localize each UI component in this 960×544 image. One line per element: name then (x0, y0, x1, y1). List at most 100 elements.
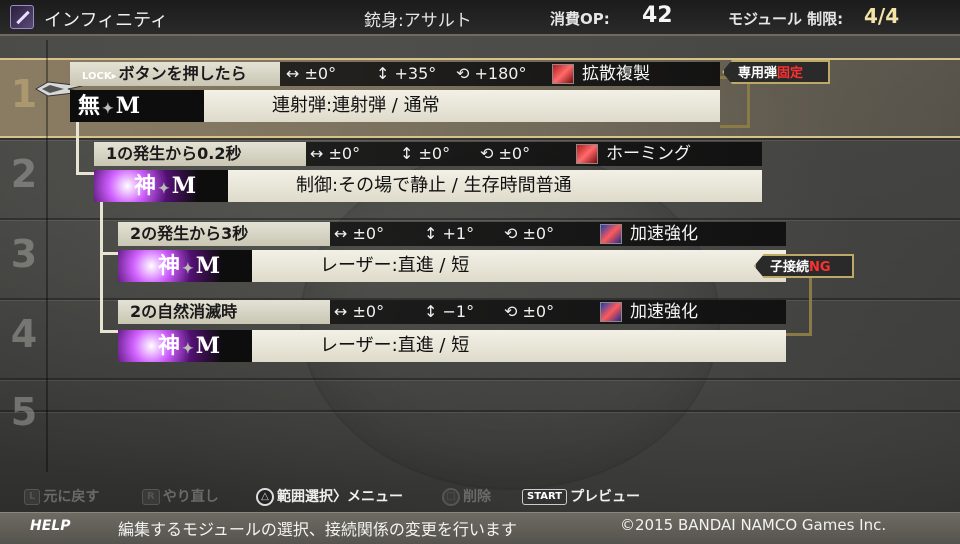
op-cost-value: 42 (642, 3, 673, 28)
vertical-angle: ↕ +35° (376, 64, 437, 83)
tree-connector (76, 172, 94, 175)
child-connect-ng-tag: 子接続NG (754, 254, 854, 278)
preview-button[interactable]: START プレビュー (522, 486, 640, 506)
module-params: ↔ ±0° ↕ −1° ⟲ ±0° 加速強化 (330, 300, 786, 324)
tree-connector (100, 202, 103, 332)
module-condition[interactable]: 1の発生から0.2秒 (94, 142, 306, 166)
slot-number-3[interactable]: 3 (6, 232, 42, 276)
module-name: 拡散複製 (582, 64, 650, 84)
bullet-grade-badge: 無 ✦M (70, 90, 204, 122)
bullet-name: インフィニティ (44, 10, 169, 31)
tree-connector (100, 330, 118, 333)
bullet-description: 制御:その場で静止 / 生存時間普通 (296, 175, 572, 196)
attribute-kanji: 神 (158, 253, 181, 279)
undo-label: 元に戻す (43, 489, 100, 505)
edit-pen-icon (10, 5, 34, 29)
undo-button[interactable]: L 元に戻す (24, 486, 99, 506)
slot-number-5[interactable]: 5 (6, 390, 42, 434)
start-button-icon: START (522, 489, 568, 505)
range-select-button[interactable]: △ 範囲選択〉メニュー (256, 486, 403, 506)
preview-label: プレビュー (570, 489, 641, 505)
rotation-angle: ⟲ ±0° (504, 302, 555, 321)
op-cost-label: 消費OP: (550, 10, 610, 28)
horizontal-angle: ↔ ±0° (334, 302, 385, 321)
module-params: ↔ ±0° ↕ +1° ⟲ ±0° 加速強化 (330, 222, 786, 246)
bullet-description: レーザー:直進 / 短 (320, 255, 470, 276)
bullet-row[interactable]: 神 ✦M 制御:その場で静止 / 生存時間普通 (94, 170, 762, 202)
rotation-angle: ⟲ +180° (456, 64, 527, 83)
diamond-icon: ✦ (182, 261, 194, 277)
vertical-angle: ↕ +1° (424, 224, 475, 243)
tag-bracket (786, 270, 812, 336)
module-limit-label: モジュール 制限: (728, 10, 844, 28)
slot-divider (0, 138, 960, 140)
rotation-angle: ⟲ ±0° (504, 224, 555, 243)
bullet-grade-badge: 神 ✦M (118, 250, 252, 282)
help-label: HELP (30, 518, 71, 534)
square-button-icon: □ (442, 488, 460, 506)
bullet-grade-badge: 神 ✦M (94, 170, 228, 202)
barrel-type: 銃身:アサルト (364, 11, 472, 31)
triangle-button-icon: △ (256, 488, 274, 506)
r-button-icon: R (142, 489, 160, 505)
diamond-icon: ✦ (182, 341, 194, 357)
tag-label: 専用弾 (738, 66, 778, 81)
lock-icon: LOCK▸ (82, 71, 117, 82)
bullet-grade-badge: 神 ✦M (118, 330, 252, 362)
condition-text: 1の発生から0.2秒 (106, 144, 242, 163)
range-select-label: 範囲選択 (277, 489, 333, 505)
spread-duplicate-icon (552, 64, 574, 84)
redo-label: やり直し (162, 489, 219, 505)
redo-button[interactable]: R やり直し (142, 486, 219, 506)
help-text: 編集するモジュールの選択、接続関係の変更を行います (118, 520, 517, 539)
acceleration-icon (600, 302, 622, 322)
module-condition[interactable]: LOCK▸ ボタンを押したら (70, 62, 280, 86)
tree-connector (100, 252, 118, 255)
horizontal-angle: ↔ ±0° (310, 144, 361, 163)
delete-label: 削除 (463, 489, 491, 505)
module-name: 加速強化 (630, 302, 698, 322)
module-condition[interactable]: 2の発生から3秒 (118, 222, 330, 246)
bullet-row[interactable]: 神 ✦M レーザー:直進 / 短 (118, 250, 786, 282)
exclusive-fixed-tag: 専用弾固定 (722, 60, 830, 84)
condition-text: 2の自然消滅時 (130, 302, 238, 321)
slot-divider (0, 378, 960, 380)
horizontal-angle: ↔ ±0° (334, 224, 385, 243)
delete-button[interactable]: □ 削除 (442, 486, 491, 506)
slot-divider (0, 218, 960, 220)
attribute-kanji: 神 (158, 333, 181, 359)
vertical-angle: ↕ −1° (424, 302, 475, 321)
homing-icon (576, 144, 598, 164)
rotation-angle: ⟲ ±0° (480, 144, 531, 163)
vertical-angle: ↕ ±0° (400, 144, 451, 163)
module-name: 加速強化 (630, 224, 698, 244)
header-bar: インフィニティ 銃身:アサルト 消費OP: 42 モジュール 制限: 4/4 (0, 0, 960, 36)
attribute-kanji: 無 (78, 93, 101, 119)
grade-letter: M (195, 333, 221, 359)
tag-label: 子接続 (770, 260, 810, 275)
grade-letter: M (195, 253, 221, 279)
l-button-icon: L (24, 489, 41, 505)
diamond-icon: ✦ (102, 101, 114, 117)
grade-letter: M (115, 93, 141, 119)
slot-divider (0, 410, 960, 412)
attribute-kanji: 神 (134, 173, 157, 199)
acceleration-icon (600, 224, 622, 244)
chevron-right-icon: 〉 (333, 489, 347, 505)
bullet-row[interactable]: 無 ✦M 連射弾:連射弾 / 通常 (70, 90, 720, 122)
slot-number-2[interactable]: 2 (6, 152, 42, 196)
condition-text: 2の発生から3秒 (130, 224, 249, 243)
module-params: ↔ ±0° ↕ +35° ⟲ +180° 拡散複製 (280, 62, 720, 86)
bullet-row[interactable]: 神 ✦M レーザー:直進 / 短 (118, 330, 786, 362)
module-condition[interactable]: 2の自然消滅時 (118, 300, 330, 324)
bullet-description: 連射弾:連射弾 / 通常 (272, 95, 440, 116)
horizontal-angle: ↔ ±0° (286, 64, 337, 83)
bullet-description: レーザー:直進 / 短 (320, 335, 470, 356)
copyright-text: ©2015 BANDAI NAMCO Games Inc. (620, 516, 887, 534)
module-limit-value: 4/4 (864, 4, 900, 28)
slot-number-4[interactable]: 4 (6, 312, 42, 356)
menu-label: メニュー (347, 489, 403, 505)
tree-connector (76, 122, 79, 174)
module-name: ホーミング (606, 144, 691, 164)
grade-letter: M (171, 173, 197, 199)
